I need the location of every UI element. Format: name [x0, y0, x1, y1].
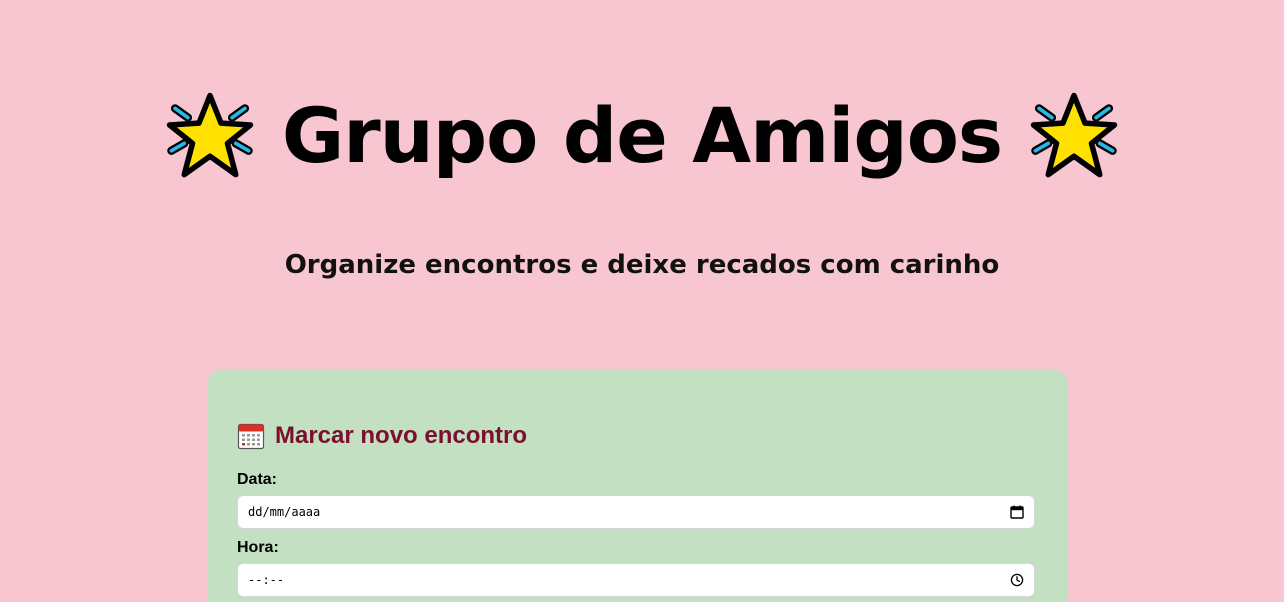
- glowing-star-icon: [166, 92, 254, 178]
- time-input-placeholder: --:--: [248, 573, 285, 587]
- calendar-picker-icon[interactable]: [1010, 505, 1024, 519]
- time-label: Hora:: [237, 539, 279, 556]
- date-input-placeholder: dd/mm/aaaa: [248, 505, 321, 519]
- time-input[interactable]: --:--: [237, 563, 1035, 597]
- clock-icon[interactable]: [1010, 573, 1024, 587]
- meeting-form-title: Marcar novo encontro: [275, 422, 528, 449]
- calendar-icon: [237, 423, 265, 450]
- meeting-form-heading: Marcar novo encontro: [237, 422, 527, 450]
- date-input[interactable]: dd/mm/aaaa: [237, 495, 1035, 529]
- glowing-star-icon: [1030, 92, 1118, 178]
- page: Grupo de Amigos Organize encontros e dei…: [0, 0, 1284, 602]
- header: Grupo de Amigos: [0, 86, 1284, 186]
- date-label: Data:: [237, 471, 278, 488]
- page-title: Grupo de Amigos: [281, 91, 1003, 180]
- meeting-form-card: Marcar novo encontro Data: dd/mm/aaaa Ho…: [207, 370, 1068, 602]
- page-subtitle: Organize encontros e deixe recados com c…: [284, 250, 1000, 280]
